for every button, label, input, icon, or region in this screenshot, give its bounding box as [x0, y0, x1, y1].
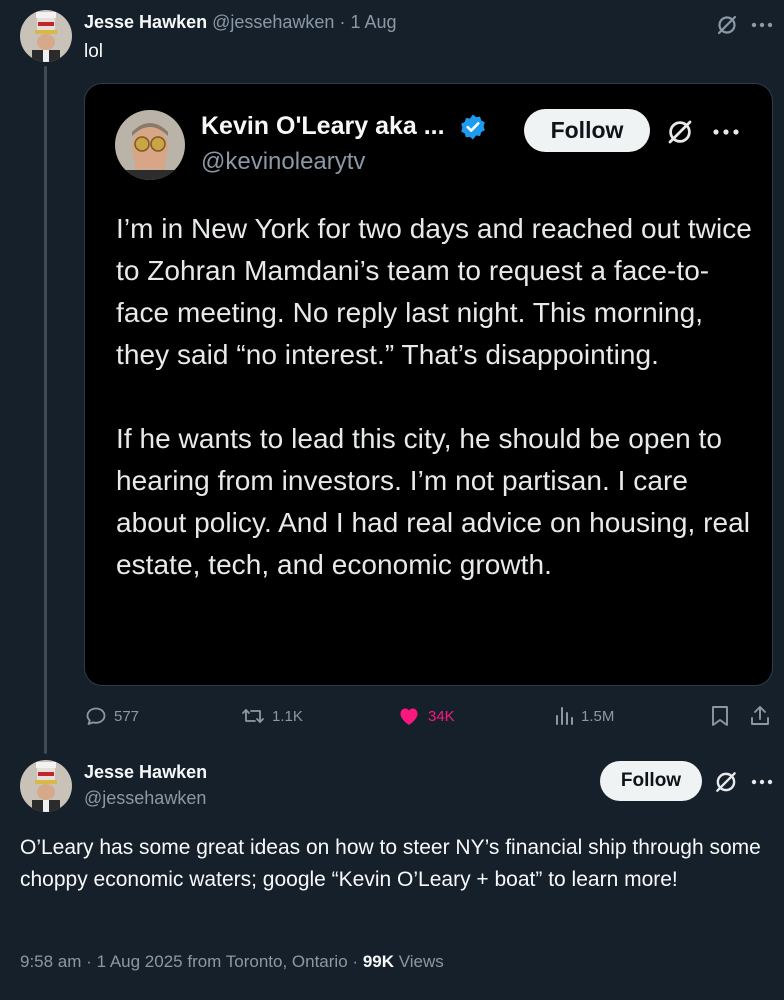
tweet-location: from Toronto, Ontario: [187, 952, 348, 971]
views-count: 1.5M: [581, 707, 615, 725]
separator-dot: ·: [86, 952, 92, 971]
more-icon[interactable]: [709, 114, 743, 150]
thread-line: [44, 66, 47, 754]
views-icon: [556, 707, 573, 725]
follow-button[interactable]: Follow: [600, 761, 702, 801]
tweet-meta: 9:58 am · 1 Aug 2025 from Toronto, Ontar…: [20, 952, 444, 972]
views-label: Views: [398, 952, 444, 971]
avatar[interactable]: [115, 110, 185, 180]
quoted-author-name[interactable]: Kevin O'Leary aka ...: [201, 112, 445, 141]
follow-button[interactable]: Follow: [524, 109, 650, 152]
repost-action[interactable]: 1.1K: [240, 701, 303, 731]
reply-count: 577: [114, 707, 140, 725]
author-name[interactable]: Jesse Hawken: [84, 12, 207, 32]
bookmark-icon[interactable]: [709, 701, 731, 731]
quoted-author-handle[interactable]: @kevinolearytv: [201, 148, 365, 176]
grok-icon[interactable]: [662, 114, 698, 150]
quoted-author-row: Kevin O'Leary aka ...: [201, 112, 487, 141]
grok-icon[interactable]: [712, 10, 742, 40]
reply-tweet-header: Jesse Hawken @jessehawken · 1 Aug: [84, 12, 397, 33]
views-count[interactable]: 99K: [363, 952, 394, 971]
author-name[interactable]: Jesse Hawken: [84, 762, 207, 783]
separator-dot: ·: [339, 12, 346, 32]
verified-badge-icon: [459, 113, 487, 141]
quoted-tweet-text: I’m in New York for two days and reached…: [116, 213, 752, 580]
avatar[interactable]: [20, 760, 72, 812]
repost-count: 1.1K: [272, 707, 303, 725]
like-count: 34K: [428, 707, 455, 725]
quoted-tweet-card[interactable]: Kevin O'Leary aka ... @kevinolearytv Fol…: [84, 83, 773, 686]
more-icon[interactable]: [748, 766, 776, 798]
tweet-date[interactable]: 1 Aug: [350, 12, 396, 32]
author-handle[interactable]: @jessehawken: [212, 12, 334, 32]
repost-icon: [242, 709, 264, 723]
separator-dot: ·: [352, 952, 359, 971]
reply-icon: [86, 707, 106, 725]
author-handle[interactable]: @jessehawken: [84, 788, 206, 809]
reply-action[interactable]: 577: [84, 701, 139, 731]
tweet-time[interactable]: 9:58 am: [20, 952, 81, 971]
main-tweet-text: O’Leary has some great ideas on how to s…: [20, 836, 761, 891]
share-icon[interactable]: [748, 701, 772, 731]
heart-icon: [400, 708, 418, 725]
avatar[interactable]: [20, 10, 72, 62]
reply-tweet-text: lol: [84, 41, 104, 62]
like-action[interactable]: 34K: [396, 701, 455, 731]
tweet-date[interactable]: 1 Aug 2025: [97, 952, 183, 971]
grok-icon[interactable]: [710, 766, 742, 798]
more-icon[interactable]: [748, 10, 776, 40]
views-action[interactable]: 1.5M: [553, 701, 614, 731]
